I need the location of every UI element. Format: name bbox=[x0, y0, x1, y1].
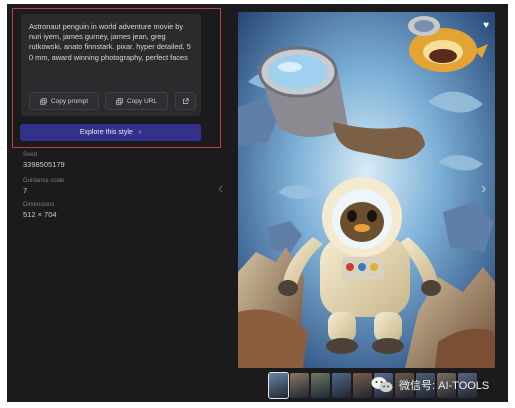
dimensions-label: Dimensions bbox=[23, 202, 55, 208]
thumbnail-item[interactable] bbox=[290, 373, 309, 398]
seed-info: Seed 3398505179 bbox=[23, 152, 65, 169]
open-external-button[interactable] bbox=[175, 92, 196, 110]
explore-style-button[interactable]: Explore this style › bbox=[20, 124, 201, 141]
guidance-value: 7 bbox=[23, 186, 28, 195]
external-link-icon bbox=[183, 97, 189, 104]
prompt-text: Astronaut penguin in world adventure mov… bbox=[29, 22, 191, 62]
guidance-info: Guidance scale 7 bbox=[23, 178, 64, 195]
wechat-watermark: 微信号: AI-TOOLS bbox=[371, 376, 489, 394]
copy-icon bbox=[116, 97, 123, 105]
heart-icon[interactable]: ♥ bbox=[483, 20, 489, 31]
thumbnail-item[interactable] bbox=[311, 373, 330, 398]
thumbnail-item[interactable] bbox=[353, 373, 372, 398]
thumbnail-item[interactable] bbox=[268, 372, 289, 399]
dimensions-info: Dimensions 512 × 704 bbox=[23, 202, 57, 219]
details-panel: Astronaut penguin in world adventure mov… bbox=[7, 4, 229, 402]
next-image-button[interactable]: › bbox=[481, 180, 486, 198]
wechat-icon bbox=[371, 377, 393, 393]
watermark-text: 微信号: AI-TOOLS bbox=[399, 380, 490, 392]
artwork-illustration bbox=[238, 12, 495, 368]
copy-prompt-button[interactable]: Copy prompt bbox=[29, 92, 99, 110]
guidance-label: Guidance scale bbox=[23, 178, 65, 184]
chevron-right-icon: › bbox=[138, 129, 142, 136]
thumbnail-item[interactable] bbox=[332, 373, 351, 398]
copy-url-button[interactable]: Copy URL bbox=[105, 92, 168, 110]
copy-url-label: Copy URL bbox=[127, 97, 157, 105]
seed-value: 3398505179 bbox=[23, 160, 65, 169]
explore-label: Explore this style bbox=[79, 129, 133, 136]
previous-image-button[interactable]: ‹ bbox=[218, 180, 223, 198]
generated-artwork[interactable]: ♥ bbox=[238, 12, 495, 368]
dimensions-value: 512 × 704 bbox=[23, 210, 57, 219]
copy-icon bbox=[40, 97, 47, 105]
app-window: Astronaut penguin in world adventure mov… bbox=[7, 4, 508, 402]
seed-label: Seed bbox=[23, 152, 38, 158]
copy-prompt-label: Copy prompt bbox=[50, 97, 89, 105]
